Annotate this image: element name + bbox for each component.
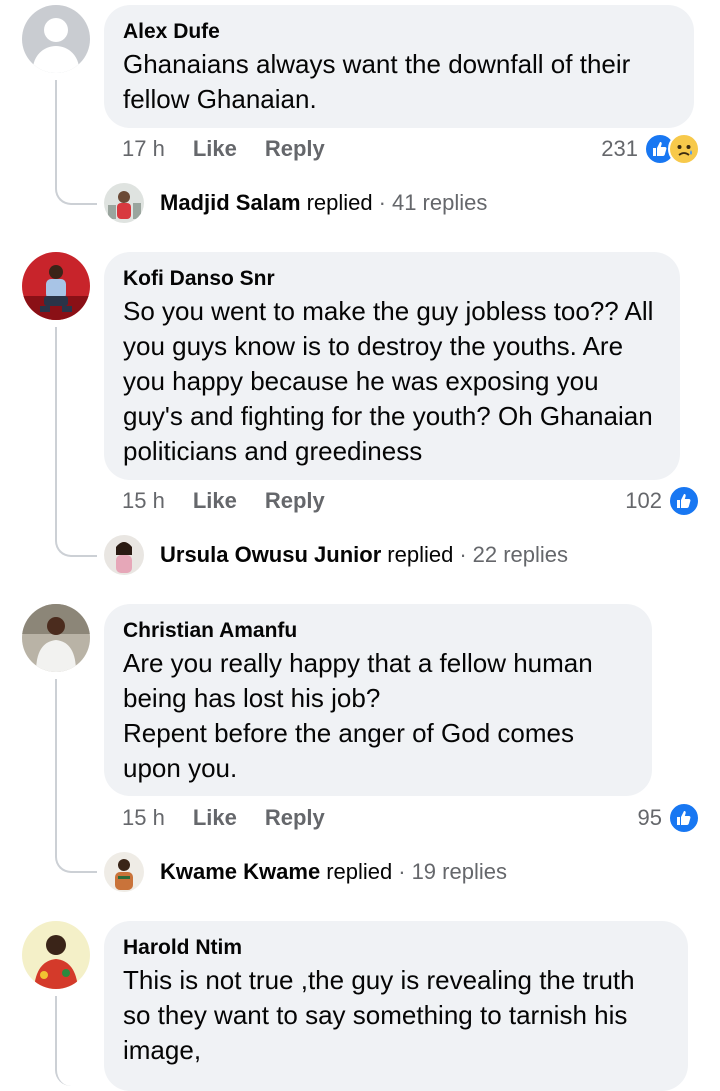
reaction-summary[interactable]: 102 xyxy=(625,484,700,518)
view-replies[interactable]: Kwame Kwame replied · 19 replies xyxy=(104,851,507,893)
avatar[interactable] xyxy=(22,5,90,73)
separator: · xyxy=(378,190,386,215)
reaction-summary[interactable]: 95 xyxy=(638,801,700,835)
reaction-summary[interactable]: 231 xyxy=(601,132,700,166)
reaction-count: 102 xyxy=(625,488,662,513)
comment-bubble: Kofi Danso Snr So you went to make the g… xyxy=(104,252,680,480)
comment-author[interactable]: Kofi Danso Snr xyxy=(123,266,660,292)
comment-text: Ghanaians always want the downfall of th… xyxy=(123,49,631,114)
comment-author[interactable]: Harold Ntim xyxy=(123,935,668,961)
reply-count: 41 replies xyxy=(391,190,488,215)
thread-connector xyxy=(55,327,97,557)
comment-time[interactable]: 17 h xyxy=(122,134,165,164)
reply-button[interactable]: Reply xyxy=(265,134,325,164)
reply-avatar xyxy=(104,183,144,223)
reply-count: 19 replies xyxy=(411,859,507,884)
reaction-count: 231 xyxy=(601,136,638,161)
thread-connector xyxy=(55,80,97,205)
sad-icon xyxy=(668,133,700,165)
comment-bubble: Alex Dufe Ghanaians always want the down… xyxy=(104,5,694,128)
reply-verb: replied xyxy=(387,542,454,567)
avatar[interactable] xyxy=(22,921,90,989)
view-replies[interactable]: Madjid Salam replied · 41 replies xyxy=(104,182,487,224)
comment-text: So you went to make the guy jobless too?… xyxy=(123,296,654,466)
thread-connector xyxy=(55,996,97,1086)
view-replies[interactable]: Ursula Owusu Junior replied · 22 replies xyxy=(104,534,568,576)
reply-avatar xyxy=(104,852,144,892)
comment-time[interactable]: 15 h xyxy=(122,486,165,516)
like-icon xyxy=(668,485,700,517)
reply-count: 22 replies xyxy=(472,542,569,567)
comment-author[interactable]: Alex Dufe xyxy=(123,19,674,45)
comment-actions: 15 h Like Reply xyxy=(122,803,353,833)
comment-author[interactable]: Christian Amanfu xyxy=(123,618,632,644)
reply-button[interactable]: Reply xyxy=(265,803,325,833)
comment-bubble: Harold Ntim This is not true ,the guy is… xyxy=(104,921,688,1091)
comment-time[interactable]: 15 h xyxy=(122,803,165,833)
separator: · xyxy=(459,542,467,567)
like-icon xyxy=(668,802,700,834)
like-button[interactable]: Like xyxy=(193,803,237,833)
reaction-count: 95 xyxy=(637,805,662,830)
reply-author: Ursula Owusu Junior xyxy=(160,542,382,567)
reply-avatar xyxy=(104,535,144,575)
like-button[interactable]: Like xyxy=(193,134,237,164)
reply-verb: replied xyxy=(306,190,373,215)
like-button[interactable]: Like xyxy=(193,486,237,516)
avatar[interactable] xyxy=(22,604,90,672)
comment-text: This is not true ,the guy is revealing t… xyxy=(123,965,635,1065)
comment-bubble: Christian Amanfu Are you really happy th… xyxy=(104,604,652,796)
reply-verb: replied xyxy=(326,859,393,884)
comment-actions: 17 h Like Reply xyxy=(122,134,353,164)
avatar[interactable] xyxy=(22,252,90,320)
comment-actions: 15 h Like Reply xyxy=(122,486,353,516)
thread-connector xyxy=(55,679,97,873)
reply-author: Kwame Kwame xyxy=(160,859,321,884)
separator: · xyxy=(398,859,406,884)
reply-author: Madjid Salam xyxy=(160,190,301,215)
reply-button[interactable]: Reply xyxy=(265,486,325,516)
comment-text: Are you really happy that a fellow human… xyxy=(123,648,593,783)
